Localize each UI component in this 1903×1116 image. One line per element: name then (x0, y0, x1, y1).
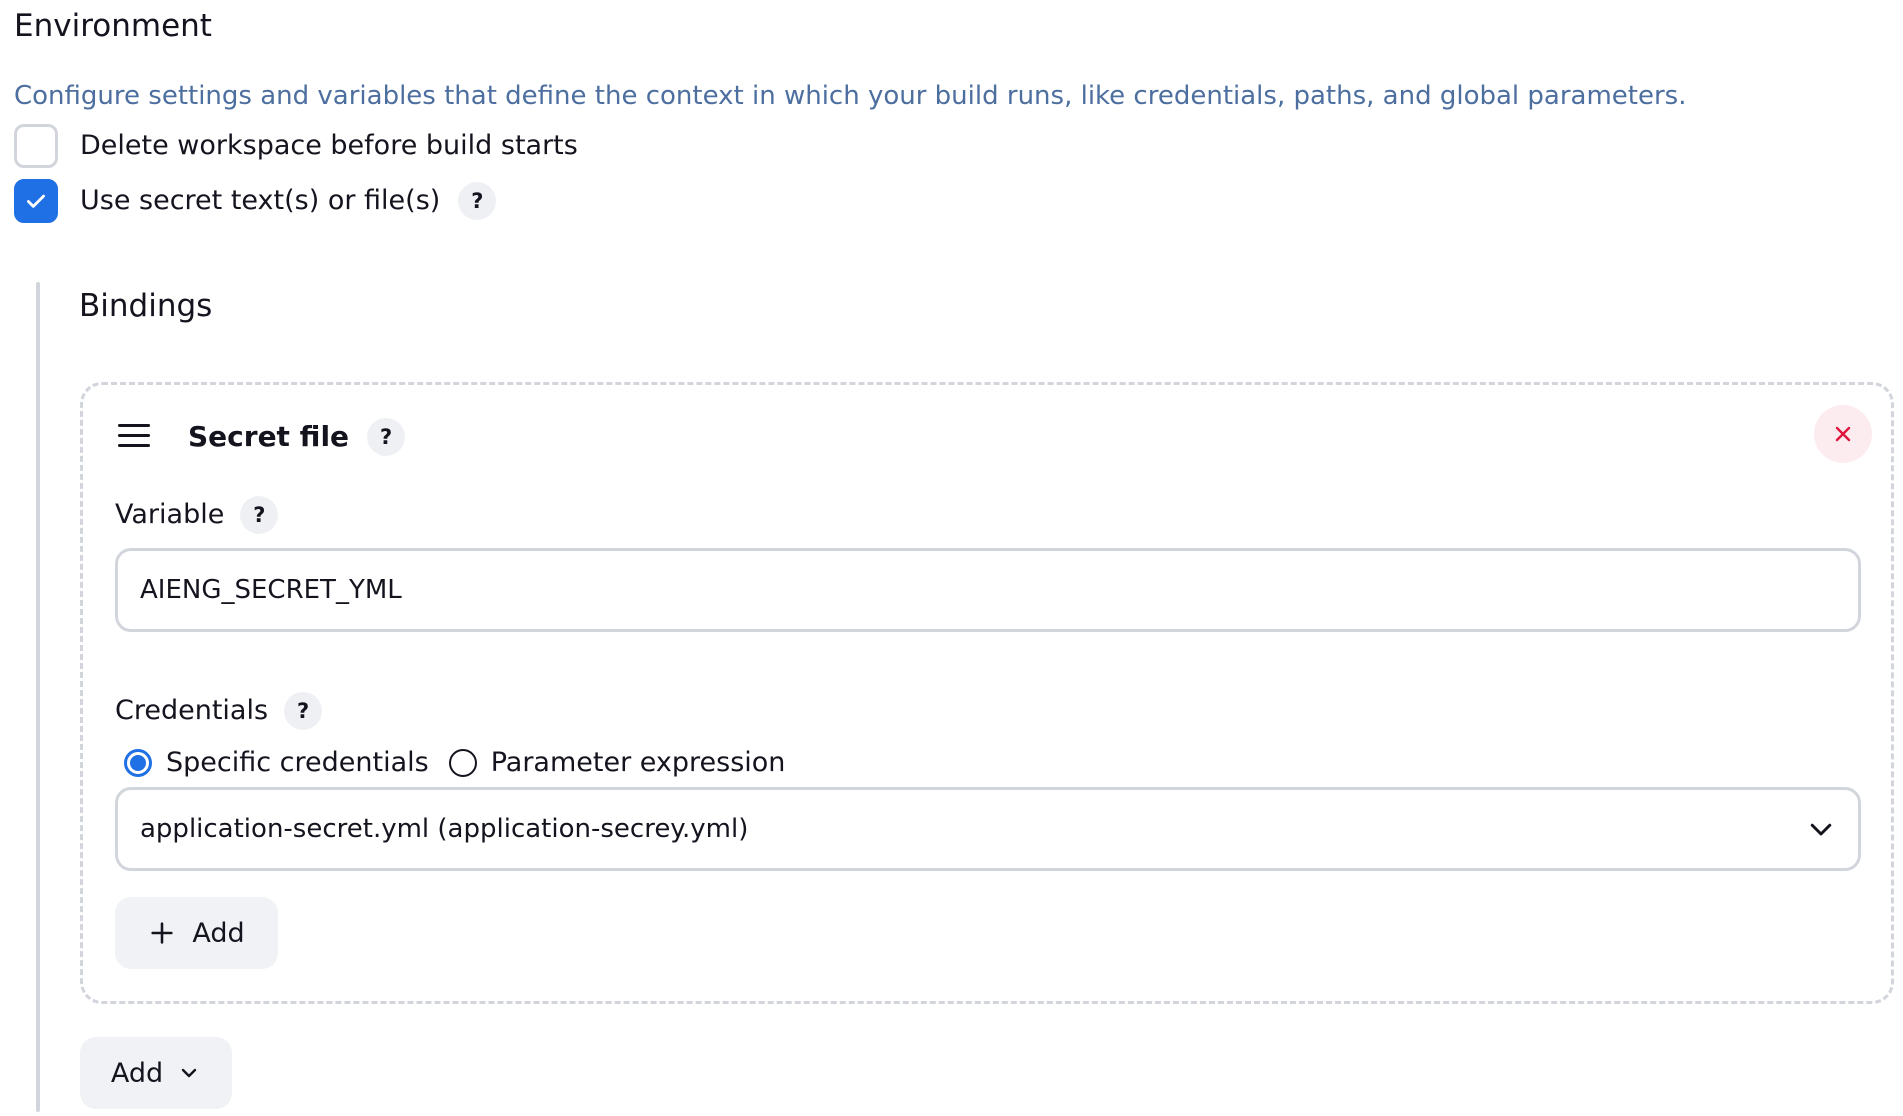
credentials-label: Credentials (115, 695, 269, 726)
add-credentials-button[interactable]: Add (115, 897, 278, 969)
use-secret-help-icon[interactable]: ? (458, 182, 497, 220)
environment-section: Environment Configure settings and varia… (0, 0, 1903, 1116)
add-binding-button[interactable]: Add (80, 1037, 232, 1109)
credentials-mode-radios: Specific credentials Parameter expressio… (124, 745, 785, 781)
credentials-select-value: application-secret.yml (application-secr… (140, 814, 749, 844)
chevron-down-icon (181, 1068, 197, 1078)
variable-label-row: Variable ? (115, 496, 279, 534)
secret-file-help-icon[interactable]: ? (367, 418, 406, 456)
credentials-help-icon[interactable]: ? (284, 692, 323, 730)
bindings-indent-line (36, 282, 40, 1112)
remove-binding-button[interactable] (1814, 405, 1872, 463)
chevron-down-icon (1810, 823, 1832, 836)
use-secret-checkbox[interactable] (14, 179, 58, 223)
checkmark-icon (27, 194, 45, 208)
plus-icon (151, 922, 173, 944)
binding-header: Secret file ? (188, 418, 406, 456)
parameter-expression-label[interactable]: Parameter expression (491, 745, 786, 781)
specific-credentials-radio[interactable] (124, 749, 152, 777)
drag-handle-icon[interactable] (118, 424, 150, 448)
credentials-label-row: Credentials ? (115, 692, 323, 730)
specific-credentials-label[interactable]: Specific credentials (166, 745, 429, 781)
variable-label: Variable (115, 499, 225, 530)
binding-type-title: Secret file (188, 420, 350, 453)
bindings-title: Bindings (79, 288, 213, 324)
delete-workspace-checkbox[interactable] (14, 124, 58, 168)
use-secret-label[interactable]: Use secret text(s) or file(s) (80, 183, 440, 219)
section-title: Environment (14, 8, 212, 44)
add-credentials-label: Add (192, 917, 245, 949)
variable-input[interactable] (115, 548, 1861, 632)
parameter-expression-radio[interactable] (448, 749, 477, 777)
add-binding-label: Add (110, 1057, 164, 1089)
variable-help-icon[interactable]: ? (240, 496, 279, 534)
delete-workspace-option[interactable]: Delete workspace before build starts (14, 124, 578, 168)
use-secret-option[interactable]: Use secret text(s) or file(s) ? (14, 179, 497, 223)
credentials-select[interactable]: application-secret.yml (application-secr… (115, 787, 1861, 871)
delete-workspace-label[interactable]: Delete workspace before build starts (80, 128, 578, 164)
section-description: Configure settings and variables that de… (14, 81, 1687, 111)
close-icon (1835, 426, 1851, 442)
binding-card-secret-file (80, 382, 1894, 1004)
